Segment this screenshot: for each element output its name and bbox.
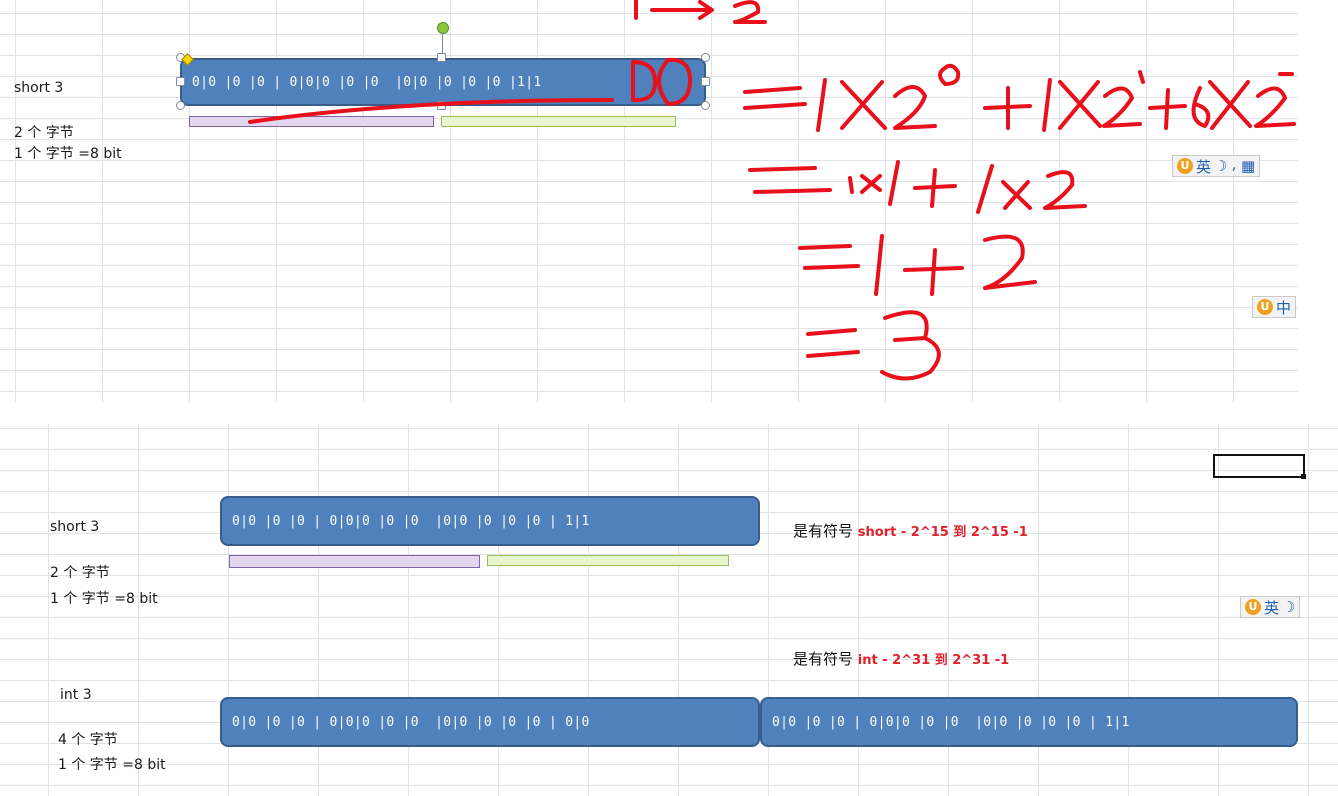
int-bits-shape-high[interactable]: 0|0 |0 |0 | 0|0|0 |0 |0 |0|0 |0 |0 |0 | … <box>220 697 760 747</box>
int-bits-shape-low[interactable]: 0|0 |0 |0 | 0|0|0 |0 |0 |0|0 |0 |0 |0 | … <box>760 697 1298 747</box>
label-bytes-short: 2 个 字节 <box>50 565 110 581</box>
label-bit-int: 1 个 字节 =8 bit <box>58 757 166 773</box>
selected-cell[interactable] <box>1213 454 1305 478</box>
label-short-bottom: short 3 <box>50 519 100 535</box>
screenshot-separator <box>0 402 1338 424</box>
note-int-range-text: int - 2^31 到 2^31 -1 <box>857 653 1010 668</box>
byte-bar-low-bottom <box>487 555 729 566</box>
note-short-range: 是有符号 short - 2^15 到 2^15 -1 <box>793 520 1028 541</box>
label-bit-short: 1 个 字节 =8 bit <box>50 591 158 607</box>
label-bytes-int: 4 个 字节 <box>58 732 118 748</box>
byte-bar-high-bottom <box>229 555 480 568</box>
note-int-prefix: 是有符号 <box>793 650 858 668</box>
note-short-range-text: short - 2^15 到 2^15 -1 <box>857 525 1028 540</box>
note-short-prefix: 是有符号 <box>793 522 858 540</box>
ime-extra-bottom: ☽ <box>1282 598 1296 616</box>
ime-status-bar-bottom[interactable]: U 英 ☽ <box>1240 596 1301 618</box>
short-bits-shape[interactable]: 0|0 |0 |0 | 0|0|0 |0 |0 |0|0 |0 |0 |0 | … <box>220 496 760 546</box>
ime-logo-icon: U <box>1245 599 1261 615</box>
ime-mode-label-bottom: 英 <box>1264 598 1280 617</box>
label-int: int 3 <box>60 687 92 703</box>
note-int-range: 是有符号 int - 2^31 到 2^31 -1 <box>793 648 1009 669</box>
handwriting-annotation <box>248 0 1296 381</box>
fill-handle[interactable] <box>1301 474 1306 479</box>
